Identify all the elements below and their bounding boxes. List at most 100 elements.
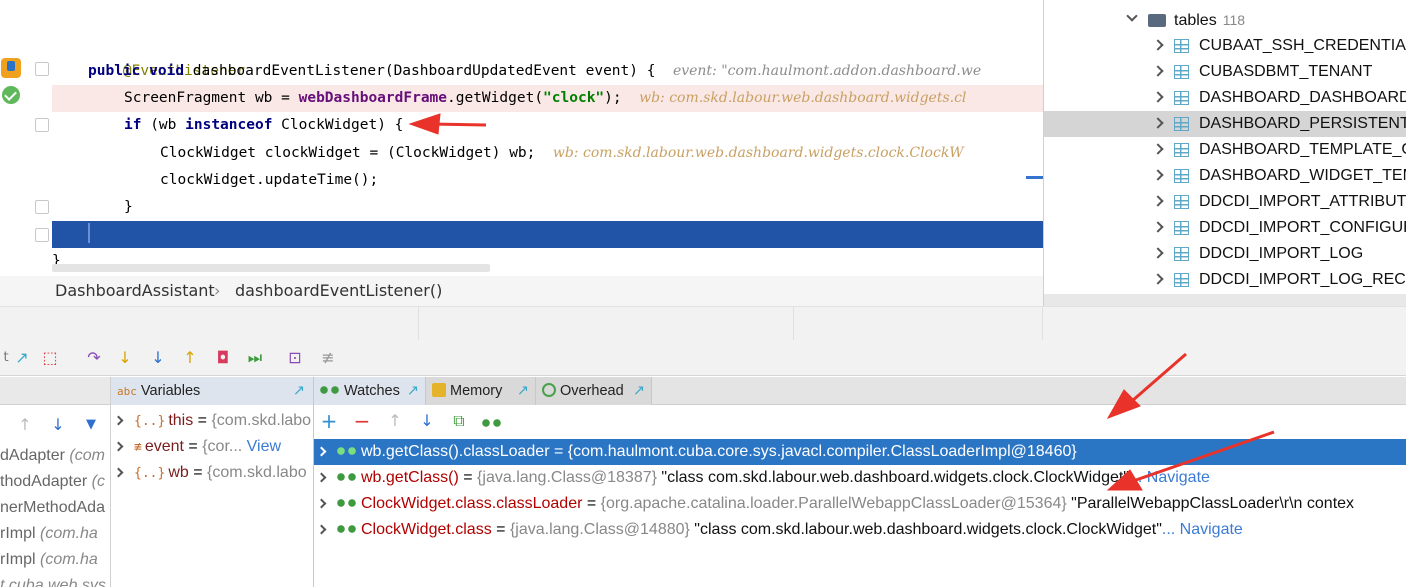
step-out-icon[interactable]: ↑	[180, 348, 200, 368]
equals: =	[188, 464, 207, 481]
restore-layout-icon[interactable]: ↗	[12, 348, 32, 368]
frames-view-icon[interactable]: ⬚	[40, 348, 60, 368]
move-up-icon[interactable]: ↑	[385, 411, 405, 431]
tree-table-row[interactable]: CUBAAT_SSH_CREDENTIALS	[1044, 33, 1406, 59]
watches-pane[interactable]: Watches ↗ Memory ↗ Overhead ↗ + − ↑ ↓ ⧉ …	[314, 377, 1406, 587]
tree-table-row[interactable]: DDCDI_IMPORT_LOG_RECO	[1044, 267, 1406, 293]
navigate-link[interactable]: ... Navigate	[1162, 521, 1243, 538]
fold-method-icon[interactable]	[35, 62, 49, 76]
code-text: clockWidget.updateTime();	[160, 172, 379, 188]
tab-memory[interactable]: Memory ↗	[426, 377, 536, 405]
expand-icon[interactable]	[113, 467, 124, 478]
tree-table-row[interactable]: DASHBOARD_DASHBOARD	[1044, 85, 1406, 111]
chevron-right-icon[interactable]	[1152, 91, 1164, 103]
remove-watch-icon[interactable]: −	[352, 411, 372, 431]
code-line-get-widget: ScreenFragment wb = webDashboardFrame.ge…	[52, 85, 1043, 112]
inline-debug-hint: wb: com.skd.labour.web.dashboard.widgets…	[552, 145, 964, 161]
tree-table-row[interactable]: DASHBOARD_WIDGET_TEM	[1044, 163, 1406, 189]
chevron-right-icon[interactable]	[1152, 273, 1164, 285]
tree-horizontal-scrollbar[interactable]	[1044, 294, 1406, 306]
chevron-right-icon[interactable]	[1152, 247, 1164, 259]
frame-row[interactable]: dAdapter (com	[0, 443, 105, 469]
restore-layout-icon[interactable]: ↗	[633, 377, 645, 405]
memory-icon	[432, 383, 446, 397]
watch-row[interactable]: ClockWidget.class.classLoader = {org.apa…	[314, 491, 1406, 517]
navigate-link[interactable]: ... Navigate	[1129, 469, 1210, 486]
restore-layout-icon[interactable]: ↗	[517, 377, 529, 405]
tree-table-row[interactable]: DASHBOARD_TEMPLATE_G	[1044, 137, 1406, 163]
frames-pane[interactable]: ↑ ↓ ▼ dAdapter (com thodAdapter (c nerMeth…	[0, 377, 111, 587]
restore-layout-icon[interactable]: ↗	[407, 377, 419, 405]
frame-row[interactable]: nerMethodAda	[0, 495, 105, 521]
code-line-update-time: clockWidget.updateTime();	[52, 167, 1043, 194]
show-watches-icon[interactable]	[482, 418, 502, 428]
frame-row[interactable]: t.cuba.web.sys	[0, 573, 106, 587]
expand-icon[interactable]	[316, 446, 327, 457]
variables-pane[interactable]: abc Variables ↗ {..} this = {com.skd.labo…	[111, 377, 314, 587]
restore-layout-icon[interactable]: ↗	[293, 377, 305, 405]
chevron-right-icon[interactable]	[1152, 195, 1164, 207]
run-to-cursor-icon[interactable]: ⏭	[245, 348, 265, 368]
table-icon	[1174, 143, 1189, 157]
expand-icon[interactable]	[316, 524, 327, 535]
view-link[interactable]: View	[247, 438, 281, 455]
table-icon	[1174, 65, 1189, 79]
tree-table-row[interactable]: CUBASDBMT_TENANT	[1044, 59, 1406, 85]
watch-row[interactable]: wb.getClass() = {java.lang.Class@18387} …	[314, 465, 1406, 491]
filter-icon[interactable]: ▼	[81, 415, 101, 435]
tab-overhead[interactable]: Overhead ↗	[536, 377, 652, 405]
duplicate-watch-icon[interactable]: ⧉	[449, 411, 469, 431]
step-over-icon[interactable]: ↷	[84, 348, 104, 368]
fold-end-method-icon[interactable]	[35, 228, 49, 242]
chevron-right-icon[interactable]	[1152, 221, 1164, 233]
chevron-right-icon[interactable]	[1152, 169, 1164, 181]
variable-row[interactable]: {..} this = {com.skd.labo	[111, 408, 313, 434]
force-step-into-icon[interactable]: ↓	[148, 348, 168, 368]
expand-icon[interactable]	[316, 498, 327, 509]
variable-row[interactable]: {..} wb = {com.skd.labo	[111, 460, 313, 486]
code-editor[interactable]: @EventListener public void dashboardEven…	[0, 0, 1043, 276]
expand-icon[interactable]	[113, 441, 124, 452]
tree-table-row[interactable]: DDCDI_IMPORT_LOG	[1044, 241, 1406, 267]
tree-table-row[interactable]: DDCDI_IMPORT_CONFIGUR	[1044, 215, 1406, 241]
chevron-down-icon[interactable]	[1126, 10, 1138, 22]
frame-row[interactable]: rImpl (com.ha	[0, 547, 98, 573]
breadcrumb-method[interactable]: dashboardEventListener()	[235, 281, 442, 300]
trace-icon[interactable]: ≢	[318, 348, 338, 368]
move-down-icon[interactable]: ↓	[417, 411, 437, 431]
tab-debugger-partial[interactable]: t	[0, 348, 12, 368]
add-watch-icon[interactable]: +	[319, 411, 339, 431]
debug-override-icon[interactable]	[1, 58, 21, 78]
expand-icon[interactable]	[316, 472, 327, 483]
watch-object-id: {java.lang.Class@14880}	[509, 521, 690, 538]
breadcrumb-class[interactable]: DashboardAssistant	[55, 281, 215, 300]
frame-row[interactable]: thodAdapter (c	[0, 469, 105, 495]
watch-row[interactable]: ClockWidget.class = {java.lang.Class@148…	[314, 517, 1406, 543]
step-into-icon[interactable]: ↓	[115, 348, 135, 368]
frames-toolbar: ↑ ↓ ▼	[0, 410, 110, 440]
frame-row[interactable]: rImpl (com.ha	[0, 521, 98, 547]
fold-end-icon[interactable]	[35, 200, 49, 214]
chevron-right-icon[interactable]	[1152, 143, 1164, 155]
tree-folder-tables[interactable]: tables 118	[1044, 7, 1406, 33]
drop-frame-icon[interactable]: ◘	[213, 348, 233, 368]
chevron-right-icon[interactable]	[1152, 117, 1164, 129]
editor-horizontal-scrollbar[interactable]	[52, 264, 490, 272]
previous-frame-icon[interactable]: ↑	[15, 415, 35, 435]
tab-watches[interactable]: Watches ↗	[314, 377, 426, 405]
chevron-right-icon[interactable]	[1152, 65, 1164, 77]
breadcrumb: DashboardAssistant › dashboardEventListe…	[0, 276, 1043, 306]
database-tree-panel[interactable]: tables 118 CUBAAT_SSH_CREDENTIALS CUBASDBM…	[1043, 0, 1406, 306]
next-frame-icon[interactable]: ↓	[48, 415, 68, 435]
chevron-right-icon[interactable]	[1152, 39, 1164, 51]
tree-table-row[interactable]: DDCDI_IMPORT_ATTRIBUTE	[1044, 189, 1406, 215]
tree-table-row[interactable]: DASHBOARD_PERSISTENT_	[1044, 111, 1406, 137]
evaluate-expression-icon[interactable]: ⊡	[285, 348, 305, 368]
expand-icon[interactable]	[113, 415, 124, 426]
variable-row[interactable]: ≢ event = {cor... View	[111, 434, 313, 460]
code-text: ClockWidget clockWidget = (ClockWidget) …	[160, 145, 536, 161]
tab-variables[interactable]: abc Variables ↗	[111, 377, 313, 405]
fold-if-icon[interactable]	[35, 118, 49, 132]
watch-row[interactable]: wb.getClass().classLoader = {com.haulmon…	[314, 439, 1406, 465]
frame-class: (com.ha	[40, 525, 98, 542]
